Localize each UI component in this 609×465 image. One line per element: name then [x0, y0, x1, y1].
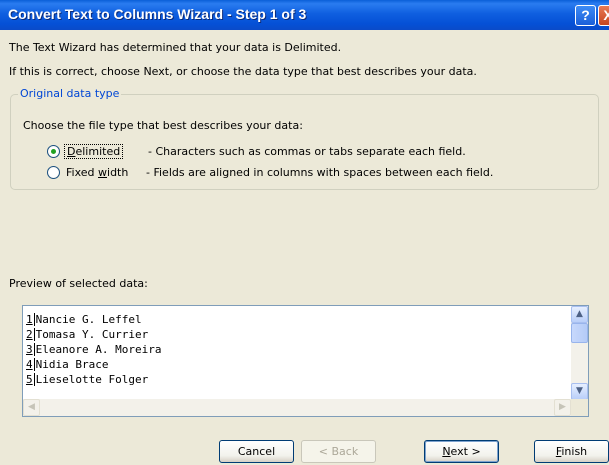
radio-selected-dot: [51, 149, 56, 154]
preview-row: 5 Lieselotte Folger: [26, 372, 161, 387]
data-preview[interactable]: 1 Nancie G. Leffel 2 Tomasa Y. Currier 3 El…: [22, 305, 589, 417]
vertical-scroll-thumb[interactable]: [571, 323, 588, 343]
group-legend: Original data type: [18, 87, 122, 100]
row-text: Nidia Brace: [35, 358, 109, 371]
scroll-up-icon[interactable]: ▲: [571, 306, 588, 323]
next-button[interactable]: Next >: [424, 440, 499, 463]
access-key-letter: w: [98, 166, 108, 179]
description-fixed-width: - Fields are aligned in columns with spa…: [146, 166, 494, 179]
title-bar: Convert Text to Columns Wizard - Step 1 …: [0, 0, 609, 30]
preview-row: 1 Nancie G. Leffel: [26, 312, 161, 327]
row-number: 5: [26, 373, 35, 386]
window-title: Convert Text to Columns Wizard - Step 1 …: [8, 6, 307, 22]
access-key-letter: N: [442, 445, 451, 458]
scroll-down-icon[interactable]: ▼: [571, 383, 588, 400]
scroll-left-icon[interactable]: ◀: [23, 399, 40, 416]
description-delimited: - Characters such as commas or tabs sepa…: [148, 145, 466, 158]
radio-fixed-width[interactable]: [47, 166, 60, 179]
vertical-scrollbar[interactable]: ▲ ▼: [571, 306, 588, 400]
back-button[interactable]: < Back: [301, 440, 376, 463]
row-number: 4: [26, 358, 35, 371]
row-number: 1: [26, 313, 35, 326]
intro-line-2: If this is correct, choose Next, or choo…: [9, 65, 477, 78]
finish-button[interactable]: Finish: [534, 440, 609, 463]
help-icon[interactable]: ?: [575, 5, 596, 26]
cancel-button[interactable]: Cancel: [219, 440, 294, 463]
scrollbar-corner: [571, 399, 588, 416]
preview-row: 2 Tomasa Y. Currier: [26, 327, 161, 342]
label-fixed-width[interactable]: Fixed width: [66, 166, 128, 179]
scroll-right-icon[interactable]: ▶: [554, 399, 571, 416]
file-type-prompt: Choose the file type that best describes…: [23, 119, 303, 132]
row-text: Lieselotte Folger: [35, 373, 149, 386]
radio-delimited[interactable]: [47, 145, 60, 158]
row-number: 2: [26, 328, 35, 341]
row-text: Nancie G. Leffel: [35, 313, 142, 326]
preview-row: 4 Nidia Brace: [26, 357, 161, 372]
row-number: 3: [26, 343, 35, 356]
intro-line-1: The Text Wizard has determined that your…: [9, 41, 342, 54]
preview-row: 3 Eleanore A. Moreira: [26, 342, 161, 357]
horizontal-scrollbar[interactable]: ◀ ▶: [23, 399, 571, 416]
label-delimited[interactable]: Delimited: [64, 144, 124, 159]
close-icon[interactable]: X: [598, 5, 609, 26]
access-key-letter: F: [555, 445, 562, 458]
row-text: Tomasa Y. Currier: [35, 328, 149, 341]
row-text: Eleanore A. Moreira: [35, 343, 162, 356]
preview-rows: 1 Nancie G. Leffel 2 Tomasa Y. Currier 3 El…: [26, 312, 161, 387]
access-key-letter: D: [67, 145, 76, 158]
preview-label: Preview of selected data:: [9, 277, 148, 290]
